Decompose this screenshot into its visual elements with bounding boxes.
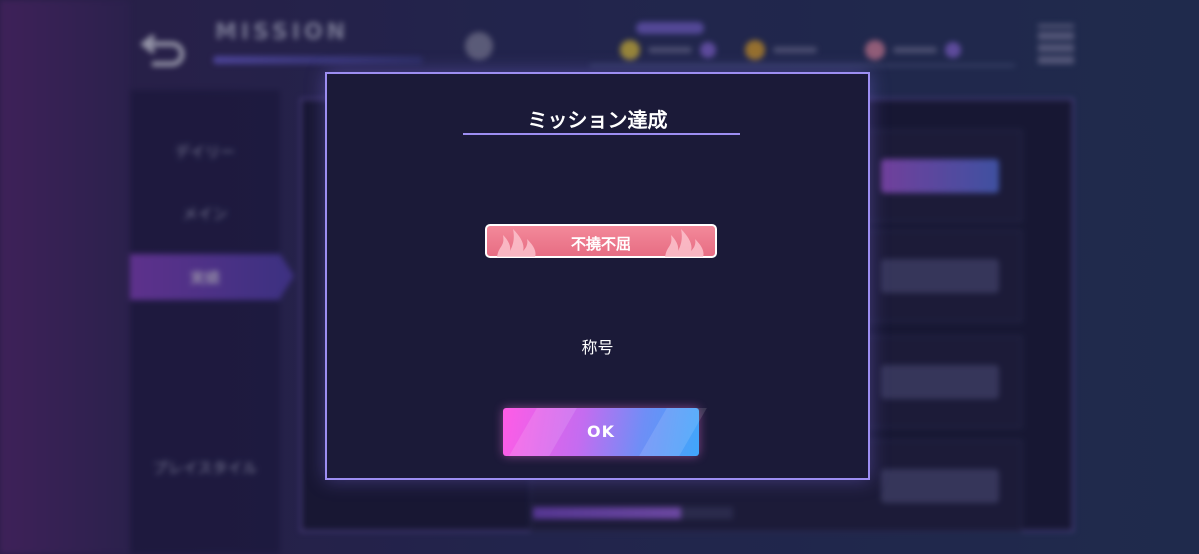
title-underline: [463, 133, 740, 135]
dialog-title: ミッション達成: [527, 108, 668, 132]
flame-icon: [665, 229, 704, 257]
reward-type-label: 称号: [581, 338, 614, 357]
ok-button-label: OK: [587, 422, 615, 441]
ok-button[interactable]: OK: [503, 408, 707, 456]
mission-complete-dialog: ミッション達成 不撓不屈 称号 OK: [325, 72, 870, 480]
reward-title-badge: 不撓不屈: [485, 224, 717, 258]
